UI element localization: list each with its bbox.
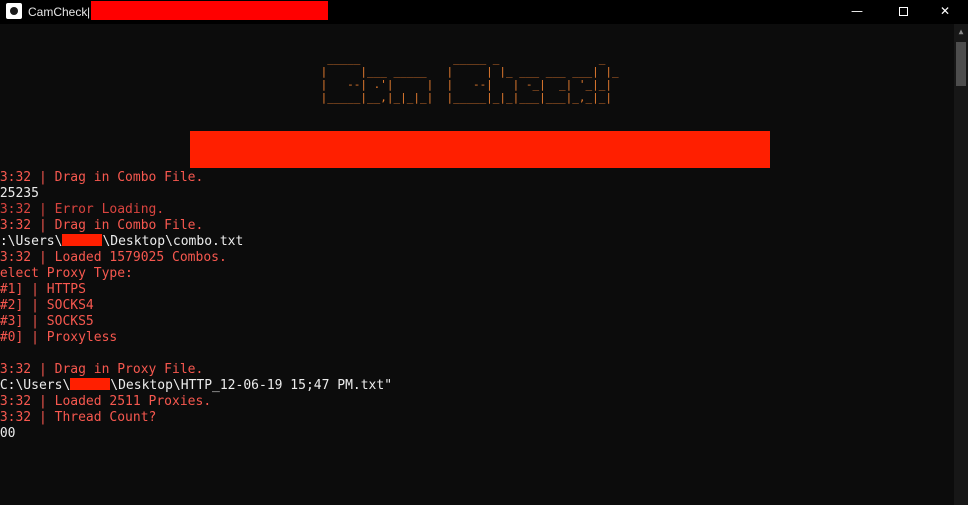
window-title: CamCheck bbox=[28, 5, 88, 19]
console-line: [#3] | SOCKS5 bbox=[0, 314, 94, 329]
console-output[interactable]: _____ _____ _ _ | |___ _____ | | |_ ___ … bbox=[0, 24, 954, 505]
redacted-username bbox=[62, 234, 103, 246]
title-bar: CamCheck | — ✕ bbox=[0, 0, 968, 24]
console-line: 500 bbox=[0, 426, 16, 441]
scroll-up-icon[interactable]: ▲ bbox=[954, 26, 968, 38]
redacted-title-block bbox=[91, 1, 328, 20]
console-line: [#2] | SOCKS4 bbox=[0, 298, 94, 313]
console-line: [#1] | HTTPS bbox=[0, 282, 86, 297]
ascii-banner: _____ _____ _ _ | |___ _____ | | |_ ___ … bbox=[320, 52, 619, 104]
path-suffix: \Desktop\combo.txt bbox=[102, 234, 244, 249]
console-line: C:\Users\ \Desktop\combo.txt bbox=[0, 234, 392, 250]
console-line: 03:32 | Thread Count? bbox=[0, 410, 157, 425]
console-line: 03:32 | Loaded 1579025 Combos. bbox=[0, 250, 227, 265]
maximize-button[interactable] bbox=[880, 0, 926, 24]
redacted-banner-block bbox=[190, 131, 770, 168]
scroll-thumb[interactable] bbox=[956, 42, 966, 86]
minimize-button[interactable]: — bbox=[834, 0, 880, 24]
console-line: 03:32 | Drag in Proxy File. bbox=[0, 362, 204, 377]
console-lines: 03:32 | Drag in Combo File.32523503:32 |… bbox=[0, 170, 392, 442]
console-line: 325235 bbox=[0, 186, 39, 201]
redacted-username bbox=[70, 378, 111, 390]
app-icon bbox=[6, 3, 22, 19]
vertical-scrollbar[interactable]: ▲ bbox=[954, 24, 968, 505]
path-suffix: \Desktop\HTTP_12-06-19 15;47 PM.txt" bbox=[110, 378, 393, 393]
console-line: 1 bbox=[0, 346, 392, 362]
console-line: 03:32 | Loaded 2511 Proxies. bbox=[0, 394, 212, 409]
console-line: Select Proxy Type: bbox=[0, 266, 133, 281]
console-line: 03:32 | Drag in Combo File. bbox=[0, 218, 204, 233]
close-button[interactable]: ✕ bbox=[922, 0, 968, 24]
path-prefix: "C:\Users\ bbox=[0, 378, 71, 393]
path-prefix: C:\Users\ bbox=[0, 234, 63, 249]
console-line: 03:32 | Drag in Combo File. bbox=[0, 170, 204, 185]
title-separator: | bbox=[87, 5, 91, 19]
maximize-icon bbox=[898, 7, 908, 16]
console-line: [#0] | Proxyless bbox=[0, 330, 118, 345]
console-line: "C:\Users\ \Desktop\HTTP_12-06-19 15;47 P… bbox=[0, 378, 392, 394]
console-line: 03:32 | Error Loading. bbox=[0, 202, 165, 217]
